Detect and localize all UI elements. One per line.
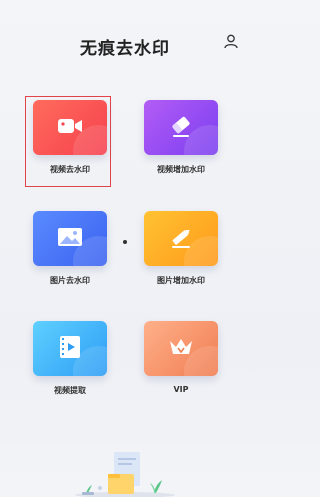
item-video-add-watermark[interactable]: 视频增加水印 bbox=[144, 100, 234, 190]
item-label: 视频提取 bbox=[54, 386, 86, 395]
item-label: 视频增加水印 bbox=[157, 165, 205, 174]
picture-icon bbox=[57, 227, 83, 251]
crown-icon bbox=[168, 336, 194, 362]
film-icon bbox=[59, 335, 81, 363]
item-video-extract[interactable]: 视频提取 bbox=[33, 321, 123, 411]
item-label: VIP bbox=[173, 385, 189, 394]
pencil-icon bbox=[168, 225, 194, 253]
video-extract-card[interactable] bbox=[33, 321, 107, 376]
item-label: 图片增加水印 bbox=[157, 276, 205, 285]
eraser-icon bbox=[168, 114, 194, 142]
video-camera-icon bbox=[57, 117, 83, 139]
item-image-remove-watermark[interactable]: 图片去水印 bbox=[33, 211, 123, 301]
user-icon[interactable] bbox=[223, 33, 239, 49]
item-vip[interactable]: VIP bbox=[144, 321, 234, 411]
item-video-remove-watermark[interactable]: 视频去水印 bbox=[33, 100, 123, 190]
item-image-add-watermark[interactable]: 图片增加水印 bbox=[144, 211, 234, 301]
page-title: 无痕去水印 bbox=[80, 39, 170, 59]
vip-card[interactable] bbox=[144, 321, 218, 376]
item-label: 视频去水印 bbox=[50, 165, 90, 174]
header: 无痕去水印 bbox=[0, 0, 250, 80]
item-label: 图片去水印 bbox=[50, 276, 90, 285]
image-remove-watermark-card[interactable] bbox=[33, 211, 107, 266]
image-add-watermark-card[interactable] bbox=[144, 211, 218, 266]
video-remove-watermark-card[interactable] bbox=[33, 100, 107, 155]
bottom-illustration bbox=[70, 448, 180, 497]
separator-dot bbox=[123, 240, 127, 244]
video-add-watermark-card[interactable] bbox=[144, 100, 218, 155]
